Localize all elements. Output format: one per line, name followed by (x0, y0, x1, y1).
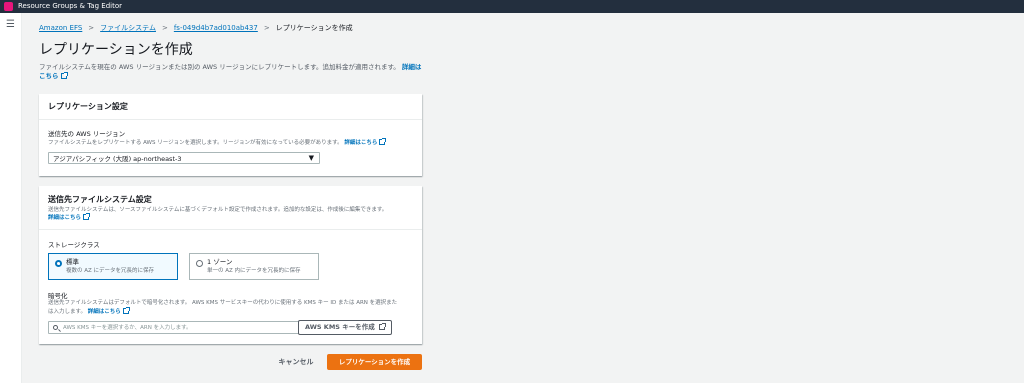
breadcrumb-file-systems[interactable]: ファイルシステム (100, 24, 156, 32)
storage-option-title: 標準 (66, 258, 79, 266)
storage-option-title: 1 ゾーン (207, 258, 233, 266)
page-title: レプリケーションを作成 (39, 42, 193, 58)
region-select-value: アジアパシフィック (大阪) ap-northeast-3 (53, 155, 182, 163)
search-icon (53, 325, 58, 330)
external-link-icon (122, 307, 130, 314)
encryption-details-link[interactable]: 詳細はこちら (87, 307, 130, 315)
storage-option-standard[interactable]: 標準 複数の AZ にデータを冗長的に保存 (48, 253, 178, 280)
replication-settings-title: レプリケーション設定 (48, 102, 128, 111)
external-link-icon (83, 213, 91, 220)
region-select[interactable]: アジアパシフィック (大阪) ap-northeast-3 ▼ (48, 152, 320, 164)
destination-settings-description: 送信先ファイルシステムは、ソースファイルシステムに基づくデフォルト設定で作成され… (48, 207, 418, 222)
region-details-link-label: 詳細はこちら (344, 140, 378, 146)
breadcrumb: Amazon EFS > ファイルシステム > fs-049d4b7ad010ab437… (39, 24, 353, 33)
create-replication-button[interactable]: レプリケーションを作成 (327, 354, 422, 370)
region-label: 送信先の AWS リージョン (48, 130, 126, 138)
caret-down-icon: ▼ (308, 154, 314, 162)
chevron-right-icon: > (88, 24, 95, 32)
region-help-text: ファイルシステムをレプリケートする AWS リージョンを選択します。リージョンが… (48, 140, 343, 146)
storage-class-label: ストレージクラス (48, 241, 100, 249)
breadcrumb-file-system-id[interactable]: fs-049d4b7ad010ab437 (174, 24, 258, 32)
breadcrumb-amazon-efs[interactable]: Amazon EFS (39, 24, 82, 32)
create-kms-key-label: AWS KMS キーを作成 (304, 323, 375, 331)
kms-key-input[interactable] (63, 323, 313, 332)
chevron-right-icon: > (161, 24, 168, 32)
encryption-help-text: は入力します。 (48, 309, 86, 315)
region-help: ファイルシステムをレプリケートする AWS リージョンを選択します。リージョンが… (48, 138, 387, 147)
page-description: ファイルシステムを現在の AWS リージョンまたは別の AWS リージョンにレプ… (39, 63, 425, 81)
radio-selected-icon[interactable] (55, 260, 62, 267)
external-link-icon (379, 323, 387, 330)
external-link-icon (60, 72, 68, 79)
destination-details-link[interactable]: 詳細はこちら (48, 213, 91, 221)
breadcrumb-current: レプリケーションを作成 (275, 24, 353, 32)
side-navigation: ☰ (0, 13, 22, 383)
create-kms-key-button[interactable]: AWS KMS キーを作成 (298, 320, 392, 335)
destination-settings-title: 送信先ファイルシステム設定 (48, 195, 152, 204)
region-details-link[interactable]: 詳細はこちら (344, 138, 387, 146)
encryption-label: 暗号化 (48, 292, 68, 300)
encryption-help-line-1: 送信先ファイルシステムはデフォルトで暗号化されます。 AWS KMS サービスキ… (48, 300, 398, 306)
cancel-button[interactable]: キャンセル (270, 355, 322, 370)
destination-settings-description-text: 送信先ファイルシステムは、ソースファイルシステムに基づくデフォルト設定で作成され… (48, 207, 388, 213)
storage-option-desc: 単一の AZ 内にデータを冗長的に保存 (207, 268, 301, 274)
radio-unselected-icon[interactable] (196, 260, 203, 267)
top-navigation-bar: Resource Groups & Tag Editor (0, 0, 1024, 13)
storage-option-desc: 複数の AZ にデータを冗長的に保存 (66, 268, 155, 274)
service-name[interactable]: Resource Groups & Tag Editor (18, 1, 122, 12)
encryption-help-line-2: は入力します。 詳細はこちら (48, 307, 130, 316)
chevron-right-icon: > (263, 24, 270, 32)
destination-details-link-label: 詳細はこちら (48, 215, 82, 221)
storage-option-one-zone[interactable]: 1 ゾーン 単一の AZ 内にデータを冗長的に保存 (189, 253, 319, 280)
external-link-icon (379, 138, 387, 145)
resource-groups-icon[interactable] (4, 2, 13, 11)
page-description-text: ファイルシステムを現在の AWS リージョンまたは別の AWS リージョンにレプ… (39, 63, 400, 71)
kms-key-search[interactable] (48, 321, 328, 334)
replication-settings-header: レプリケーション設定 (39, 94, 422, 120)
menu-icon[interactable]: ☰ (6, 20, 15, 30)
encryption-details-link-label: 詳細はこちら (87, 309, 121, 315)
